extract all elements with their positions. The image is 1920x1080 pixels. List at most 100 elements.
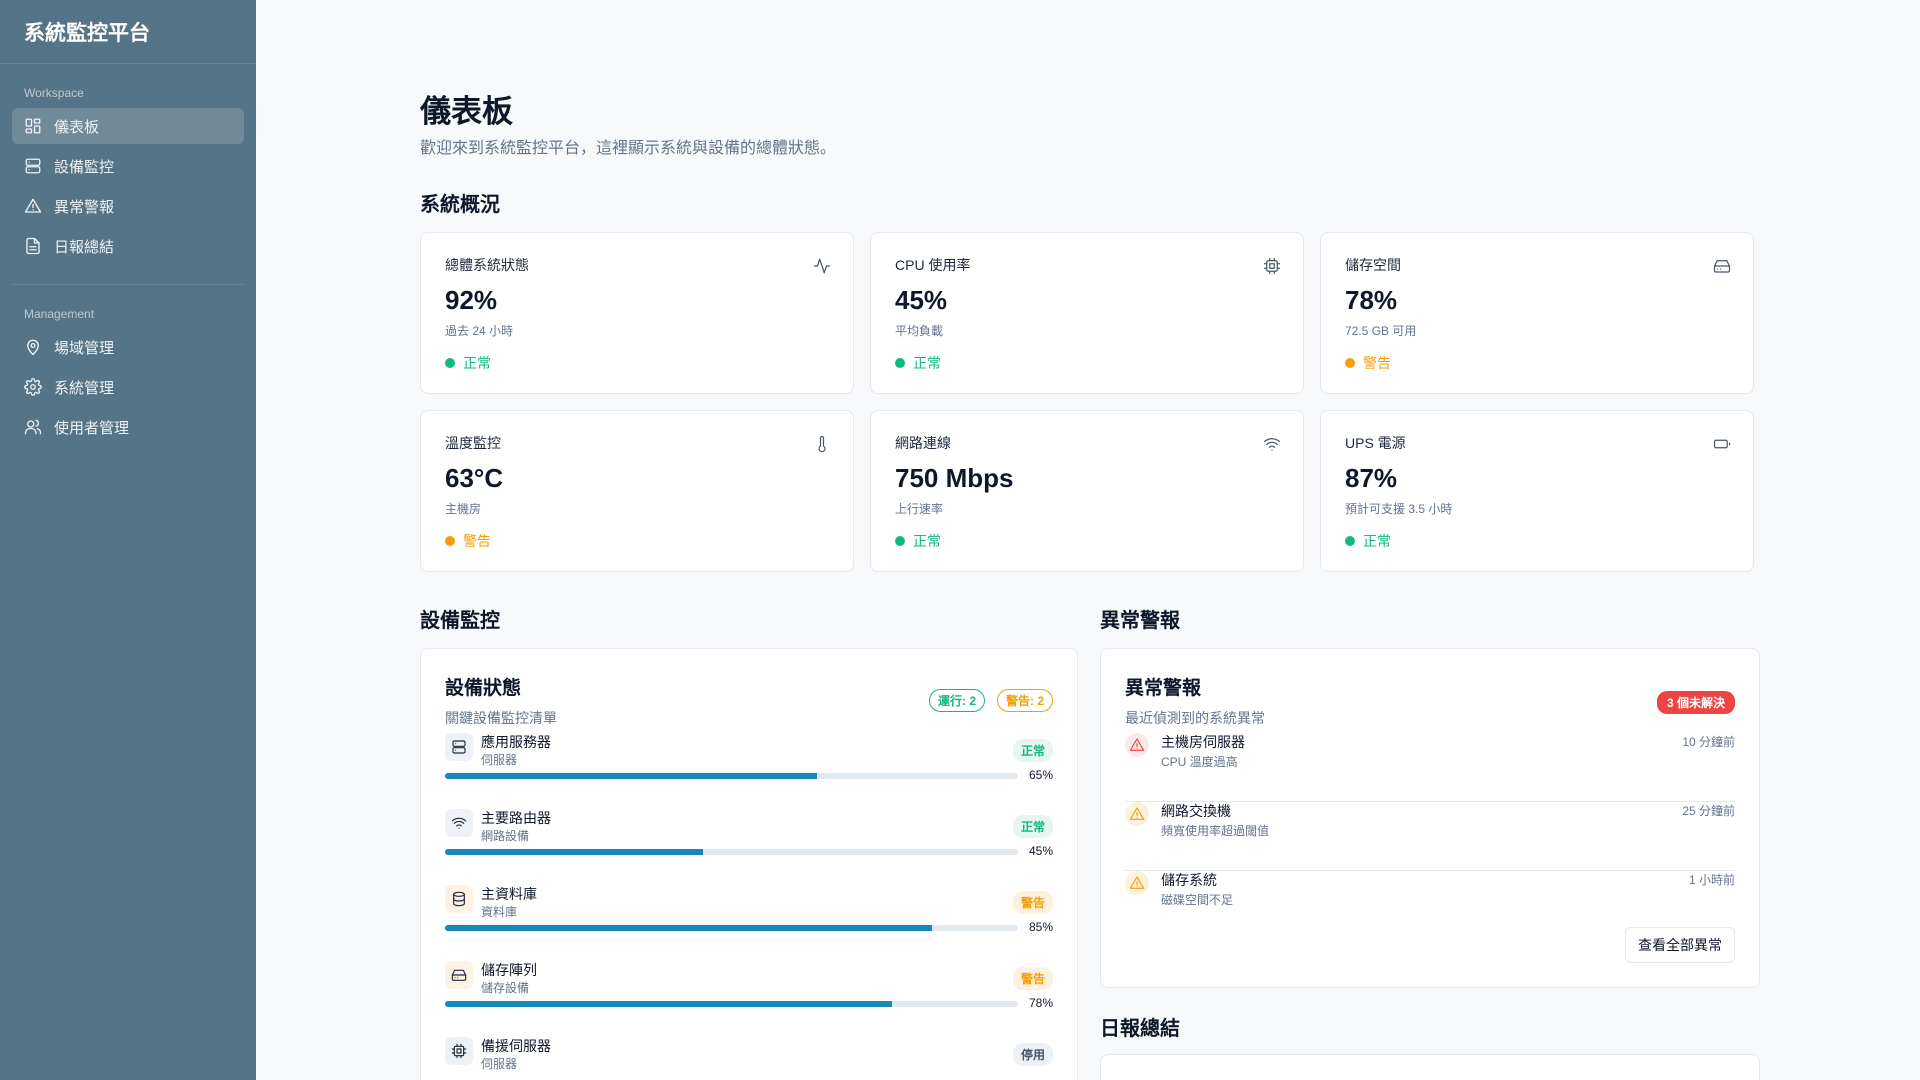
usage-percent: 78% <box>1028 996 1053 1010</box>
device-row[interactable]: 儲存陣列 儲存設備 警告 78% <box>445 961 1053 1037</box>
sidebar-item-label: 系統管理 <box>54 379 115 397</box>
status-badge: 警告 <box>1012 891 1053 914</box>
status-dot <box>445 536 455 546</box>
sidebar-item-daily-report[interactable]: 日報總結 <box>12 228 244 264</box>
cpu-icon <box>445 1037 473 1065</box>
usage-progress-fill <box>445 773 818 779</box>
stat-card-temperature: 溫度監控 63°C 主機房 警告 <box>420 410 854 572</box>
device-name: 備援伺服器 <box>481 1038 551 1054</box>
alert-item[interactable]: 主機房伺服器 CPU 溫度過高 10 分鐘前 <box>1125 733 1735 802</box>
status-text: 正常 <box>913 533 941 549</box>
activity-icon <box>813 257 831 275</box>
stat-sub: 上行速率 <box>895 502 944 516</box>
device-name: 儲存陣列 <box>481 962 537 978</box>
equipment-panel: 設備狀態 關鍵設備監控清單 運行: 2 警告: 2 應用服務器 伺服器 正常 6… <box>420 648 1078 1080</box>
device-row[interactable]: 主要路由器 網路設備 正常 45% <box>445 809 1053 885</box>
wifi-icon <box>445 809 473 837</box>
usage-progress-bar <box>445 925 1018 931</box>
device-row[interactable]: 主資料庫 資料庫 警告 85% <box>445 885 1053 961</box>
sidebar-item-site-management[interactable]: 場域管理 <box>12 329 244 365</box>
alert-time: 10 分鐘前 <box>1682 735 1735 749</box>
running-count-badge: 運行: 2 <box>928 689 985 712</box>
alert-item[interactable]: 網路交換機 頻寬使用率超過閾值 25 分鐘前 <box>1125 802 1735 871</box>
usage-progress-bar <box>445 773 1018 779</box>
view-all-alerts-button[interactable]: 查看全部異常 <box>1625 927 1735 963</box>
status-indicator: 警告 <box>445 531 829 551</box>
nav-section-workspace: Workspace 儀表板 設備監控 異常警報 日報總結 <box>0 64 256 272</box>
status-indicator: 正常 <box>895 353 1279 373</box>
page-subtitle: 歡迎來到系統監控平台，這裡顯示系統與設備的總體狀態。 <box>420 140 837 157</box>
usage-progress-fill <box>445 925 933 931</box>
stat-card-ups: UPS 電源 87% 預計可支援 3.5 小時 正常 <box>1320 410 1754 572</box>
sidebar-item-equipment[interactable]: 設備監控 <box>12 148 244 184</box>
device-type: 網路設備 <box>481 829 530 843</box>
alert-list: 主機房伺服器 CPU 溫度過高 10 分鐘前 網路交換機 頻寬使用率超過閾值 2… <box>1125 733 1735 940</box>
database-icon <box>445 885 473 913</box>
status-dot <box>895 358 905 368</box>
panel-title: 異常警報 <box>1125 678 1202 699</box>
stat-card-network: 網路連線 750 Mbps 上行速率 正常 <box>870 410 1304 572</box>
hard-drive-icon <box>445 961 473 989</box>
sidebar-item-label: 儀表板 <box>54 118 100 136</box>
usage-progress-fill <box>445 849 703 855</box>
section-title-overview: 系統概況 <box>420 194 500 216</box>
status-indicator: 正常 <box>445 353 829 373</box>
status-text: 警告 <box>1363 355 1391 371</box>
section-title-daily-report: 日報總結 <box>1100 1018 1180 1040</box>
usage-percent: 45% <box>1028 844 1053 858</box>
stat-sub: 平均負載 <box>895 324 944 338</box>
main-content: 儀表板 歡迎來到系統監控平台，這裡顯示系統與設備的總體狀態。 系統概況 總體系統… <box>256 0 1920 1080</box>
device-row[interactable]: 應用服務器 伺服器 正常 65% <box>445 733 1053 809</box>
alert-source: 主機房伺服器 <box>1161 734 1245 750</box>
alert-description: 磁碟空間不足 <box>1161 893 1234 907</box>
stat-card-system-status: 總體系統狀態 92% 過去 24 小時 正常 <box>420 232 854 394</box>
status-badge: 正常 <box>1012 739 1053 762</box>
stat-value: 750 Mbps <box>895 463 1014 493</box>
stat-card-cpu: CPU 使用率 45% 平均負載 正常 <box>870 232 1304 394</box>
status-badge: 警告 <box>1012 967 1053 990</box>
device-row[interactable]: 備援伺服器 伺服器 停用 <box>445 1037 1053 1080</box>
cpu-icon <box>1263 257 1281 275</box>
sidebar-item-dashboard[interactable]: 儀表板 <box>12 108 244 144</box>
status-badge: 停用 <box>1012 1043 1053 1066</box>
daily-report-panel <box>1100 1054 1760 1080</box>
document-icon <box>26 237 40 255</box>
stat-value: 78% <box>1345 285 1398 315</box>
status-badge: 正常 <box>1012 815 1053 838</box>
server-icon <box>445 733 473 761</box>
alert-source: 儲存系統 <box>1161 872 1217 888</box>
device-type: 資料庫 <box>481 905 518 919</box>
device-name: 主資料庫 <box>481 886 537 902</box>
status-text: 警告 <box>463 533 491 549</box>
map-pin-icon <box>27 339 39 356</box>
nav-section-management: Management 場域管理 系統管理 使用者管理 <box>0 285 256 453</box>
status-dot <box>895 536 905 546</box>
sidebar-item-system-management[interactable]: 系統管理 <box>12 369 244 405</box>
stat-grid: 總體系統狀態 92% 過去 24 小時 正常 CPU 使用率 45% 平均負載 … <box>420 232 1760 572</box>
status-indicator: 警告 <box>1345 353 1729 373</box>
stat-label: 網路連線 <box>895 435 951 451</box>
device-type: 伺服器 <box>481 753 518 767</box>
usage-percent: 85% <box>1028 920 1053 934</box>
alert-time: 25 分鐘前 <box>1682 804 1735 818</box>
status-text: 正常 <box>463 355 491 371</box>
panel-subtitle: 最近偵測到的系統異常 <box>1125 710 1265 726</box>
alert-description: CPU 溫度過高 <box>1161 755 1238 769</box>
sidebar-item-label: 使用者管理 <box>54 419 130 437</box>
alert-source: 網路交換機 <box>1161 803 1231 819</box>
sidebar-item-alerts[interactable]: 異常警報 <box>12 188 244 224</box>
section-title-equipment: 設備監控 <box>420 610 500 632</box>
stat-value: 45% <box>895 285 948 315</box>
stat-value: 92% <box>445 285 498 315</box>
sidebar-item-user-management[interactable]: 使用者管理 <box>12 409 244 445</box>
status-text: 正常 <box>913 355 941 371</box>
alert-triangle-icon <box>1125 733 1149 757</box>
section-title-alerts: 異常警報 <box>1100 610 1180 632</box>
alert-triangle-icon <box>24 198 42 213</box>
alert-triangle-icon <box>1125 871 1149 895</box>
dashboard-icon <box>25 118 41 134</box>
stat-label: 儲存空間 <box>1345 257 1401 273</box>
page-title: 儀表板 <box>420 94 513 129</box>
usage-progress-bar <box>445 1001 1018 1007</box>
stat-label: UPS 電源 <box>1345 435 1406 451</box>
